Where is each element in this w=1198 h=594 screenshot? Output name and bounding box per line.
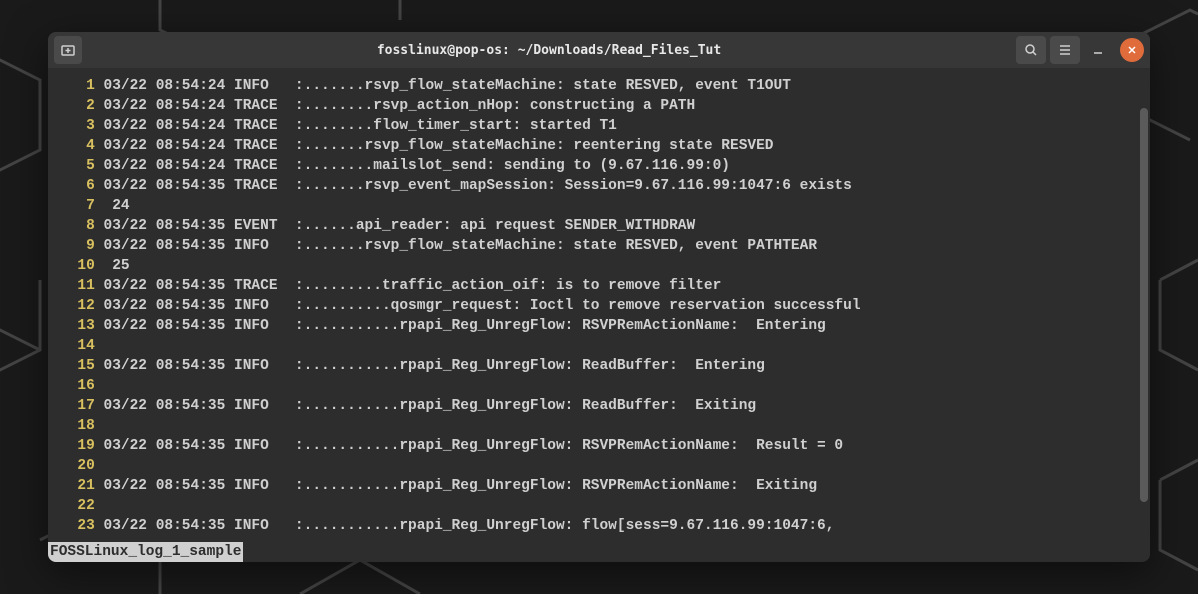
log-text: 03/22 08:54:35 INFO :...........rpapi_Re… (95, 438, 843, 454)
log-line: 22 (48, 496, 1150, 516)
close-icon (1127, 45, 1137, 55)
log-line: 13 03/22 08:54:35 INFO :...........rpapi… (48, 316, 1150, 336)
log-text: 25 (95, 258, 130, 274)
log-text: 03/22 08:54:24 TRACE :........mailslot_s… (95, 158, 730, 174)
minimize-button[interactable] (1084, 36, 1112, 64)
line-number: 13 (60, 316, 95, 336)
log-text: 03/22 08:54:35 INFO :...........rpapi_Re… (95, 318, 826, 334)
line-number: 7 (60, 196, 95, 216)
line-number: 18 (60, 416, 95, 436)
log-line: 23 03/22 08:54:35 INFO :...........rpapi… (48, 516, 1150, 536)
log-text: 03/22 08:54:24 INFO :.......rsvp_flow_st… (95, 78, 791, 94)
log-line: 20 (48, 456, 1150, 476)
log-line: 2 03/22 08:54:24 TRACE :........rsvp_act… (48, 96, 1150, 116)
menu-button[interactable] (1050, 36, 1080, 64)
line-number: 21 (60, 476, 95, 496)
log-output: 1 03/22 08:54:24 INFO :.......rsvp_flow_… (48, 76, 1150, 536)
terminal-window: fosslinux@pop-os: ~/Downloads/Read_Files… (48, 32, 1150, 562)
log-line: 4 03/22 08:54:24 TRACE :.......rsvp_flow… (48, 136, 1150, 156)
titlebar: fosslinux@pop-os: ~/Downloads/Read_Files… (48, 32, 1150, 68)
log-line: 17 03/22 08:54:35 INFO :...........rpapi… (48, 396, 1150, 416)
log-line: 16 (48, 376, 1150, 396)
log-line: 21 03/22 08:54:35 INFO :...........rpapi… (48, 476, 1150, 496)
log-text: 03/22 08:54:35 TRACE :.........traffic_a… (95, 278, 722, 294)
line-number: 5 (60, 156, 95, 176)
line-number: 4 (60, 136, 95, 156)
log-line: 19 03/22 08:54:35 INFO :...........rpapi… (48, 436, 1150, 456)
search-icon (1024, 43, 1038, 57)
line-number: 16 (60, 376, 95, 396)
line-number: 20 (60, 456, 95, 476)
log-text: 03/22 08:54:35 TRACE :.......rsvp_event_… (95, 178, 852, 194)
log-text: 03/22 08:54:35 INFO :.......rsvp_flow_st… (95, 238, 817, 254)
line-number: 8 (60, 216, 95, 236)
log-text: 03/22 08:54:24 TRACE :........flow_timer… (95, 118, 617, 134)
log-text: 03/22 08:54:35 INFO :...........rpapi_Re… (95, 358, 765, 374)
line-number: 17 (60, 396, 95, 416)
close-button[interactable] (1120, 38, 1144, 62)
line-number: 19 (60, 436, 95, 456)
log-line: 10 25 (48, 256, 1150, 276)
scrollbar[interactable] (1140, 108, 1148, 556)
line-number: 3 (60, 116, 95, 136)
line-number: 23 (60, 516, 95, 536)
log-line: 11 03/22 08:54:35 TRACE :.........traffi… (48, 276, 1150, 296)
line-number: 6 (60, 176, 95, 196)
minimize-icon (1092, 44, 1104, 56)
log-line: 9 03/22 08:54:35 INFO :.......rsvp_flow_… (48, 236, 1150, 256)
log-line: 3 03/22 08:54:24 TRACE :........flow_tim… (48, 116, 1150, 136)
hamburger-icon (1058, 43, 1072, 57)
line-number: 22 (60, 496, 95, 516)
window-title: fosslinux@pop-os: ~/Downloads/Read_Files… (86, 43, 1012, 58)
line-number: 15 (60, 356, 95, 376)
line-number: 12 (60, 296, 95, 316)
scrollbar-thumb[interactable] (1140, 108, 1148, 502)
line-number: 10 (60, 256, 95, 276)
log-line: 1 03/22 08:54:24 INFO :.......rsvp_flow_… (48, 76, 1150, 96)
log-line: 14 (48, 336, 1150, 356)
log-text: 03/22 08:54:35 INFO :..........qosmgr_re… (95, 298, 861, 314)
log-text: 03/22 08:54:35 INFO :...........rpapi_Re… (95, 478, 817, 494)
log-line: 15 03/22 08:54:35 INFO :...........rpapi… (48, 356, 1150, 376)
log-line: 12 03/22 08:54:35 INFO :..........qosmgr… (48, 296, 1150, 316)
log-line: 7 24 (48, 196, 1150, 216)
log-text: 24 (95, 198, 130, 214)
log-line: 6 03/22 08:54:35 TRACE :.......rsvp_even… (48, 176, 1150, 196)
line-number: 14 (60, 336, 95, 356)
line-number: 1 (60, 76, 95, 96)
log-line: 18 (48, 416, 1150, 436)
log-line: 8 03/22 08:54:35 EVENT :......api_reader… (48, 216, 1150, 236)
status-bar: FOSSLinux_log_1_sample (48, 542, 243, 562)
new-tab-icon (60, 42, 76, 58)
log-text: 03/22 08:54:35 INFO :...........rpapi_Re… (95, 518, 835, 534)
new-tab-button[interactable] (54, 36, 82, 64)
line-number: 2 (60, 96, 95, 116)
log-text: 03/22 08:54:24 TRACE :.......rsvp_flow_s… (95, 138, 774, 154)
line-number: 11 (60, 276, 95, 296)
log-text: 03/22 08:54:24 TRACE :........rsvp_actio… (95, 98, 695, 114)
terminal-content[interactable]: 1 03/22 08:54:24 INFO :.......rsvp_flow_… (48, 68, 1150, 562)
line-number: 9 (60, 236, 95, 256)
search-button[interactable] (1016, 36, 1046, 64)
log-text: 03/22 08:54:35 INFO :...........rpapi_Re… (95, 398, 756, 414)
log-text: 03/22 08:54:35 EVENT :......api_reader: … (95, 218, 695, 234)
log-line: 5 03/22 08:54:24 TRACE :........mailslot… (48, 156, 1150, 176)
